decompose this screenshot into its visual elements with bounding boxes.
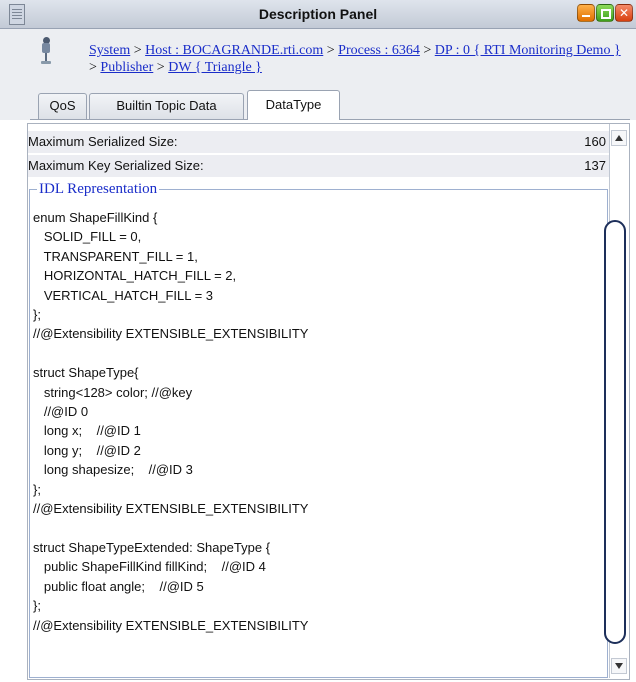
- breadcrumb-item-system[interactable]: System: [89, 43, 130, 58]
- datatype-content: Maximum Serialized Size: 160 Maximum Key…: [28, 124, 609, 678]
- property-value: 160: [584, 134, 606, 149]
- breadcrumb-item-domain-participant[interactable]: DP : 0 { RTI Monitoring Demo }: [435, 43, 621, 58]
- breadcrumb-area: System > Host : BOCAGRANDE.rti.com > Pro…: [0, 29, 636, 89]
- maximize-icon[interactable]: [596, 4, 614, 22]
- scroll-up-icon[interactable]: [611, 130, 627, 146]
- vertical-scrollbar[interactable]: [604, 124, 628, 678]
- property-row: Maximum Key Serialized Size: 137: [28, 155, 609, 177]
- breadcrumb-separator: >: [423, 43, 432, 58]
- breadcrumb-item-process[interactable]: Process : 6364: [338, 43, 420, 58]
- window-title: Description Panel: [258, 6, 378, 22]
- property-label: Maximum Serialized Size:: [28, 134, 178, 149]
- tab-bar: QoS Builtin Topic Data DataType: [0, 89, 636, 120]
- property-label: Maximum Key Serialized Size:: [28, 158, 204, 173]
- title-bar[interactable]: Description Panel ✕: [0, 0, 636, 29]
- property-value: 137: [584, 158, 606, 173]
- property-row: Maximum Serialized Size: 160: [28, 131, 609, 153]
- breadcrumb-separator: >: [133, 43, 142, 58]
- idl-code: enum ShapeFillKind { SOLID_FILL = 0, TRA…: [33, 210, 309, 633]
- breadcrumb-item-datawriter[interactable]: DW { Triangle }: [168, 60, 262, 75]
- close-icon[interactable]: ✕: [615, 4, 633, 22]
- breadcrumb-separator: >: [89, 60, 97, 75]
- tab-qos[interactable]: QoS: [38, 93, 87, 119]
- breadcrumb: System > Host : BOCAGRANDE.rti.com > Pro…: [89, 42, 629, 76]
- scroll-down-icon[interactable]: [611, 658, 627, 674]
- tab-datatype[interactable]: DataType: [247, 90, 340, 120]
- pin-icon[interactable]: [41, 37, 51, 67]
- idl-representation-group: IDL Representation enum ShapeFillKind { …: [29, 180, 608, 678]
- breadcrumb-item-publisher[interactable]: Publisher: [100, 60, 153, 75]
- breadcrumb-separator: >: [326, 43, 335, 58]
- minimize-icon[interactable]: [577, 4, 595, 22]
- description-panel-window: Description Panel ✕ System > Host : BOCA…: [0, 0, 636, 682]
- tab-builtin-topic-data[interactable]: Builtin Topic Data: [89, 93, 244, 119]
- breadcrumb-separator: >: [156, 60, 165, 75]
- idl-legend: IDL Representation: [37, 180, 160, 198]
- scrollbar-thumb[interactable]: [604, 220, 626, 644]
- breadcrumb-item-host[interactable]: Host : BOCAGRANDE.rti.com: [145, 43, 323, 58]
